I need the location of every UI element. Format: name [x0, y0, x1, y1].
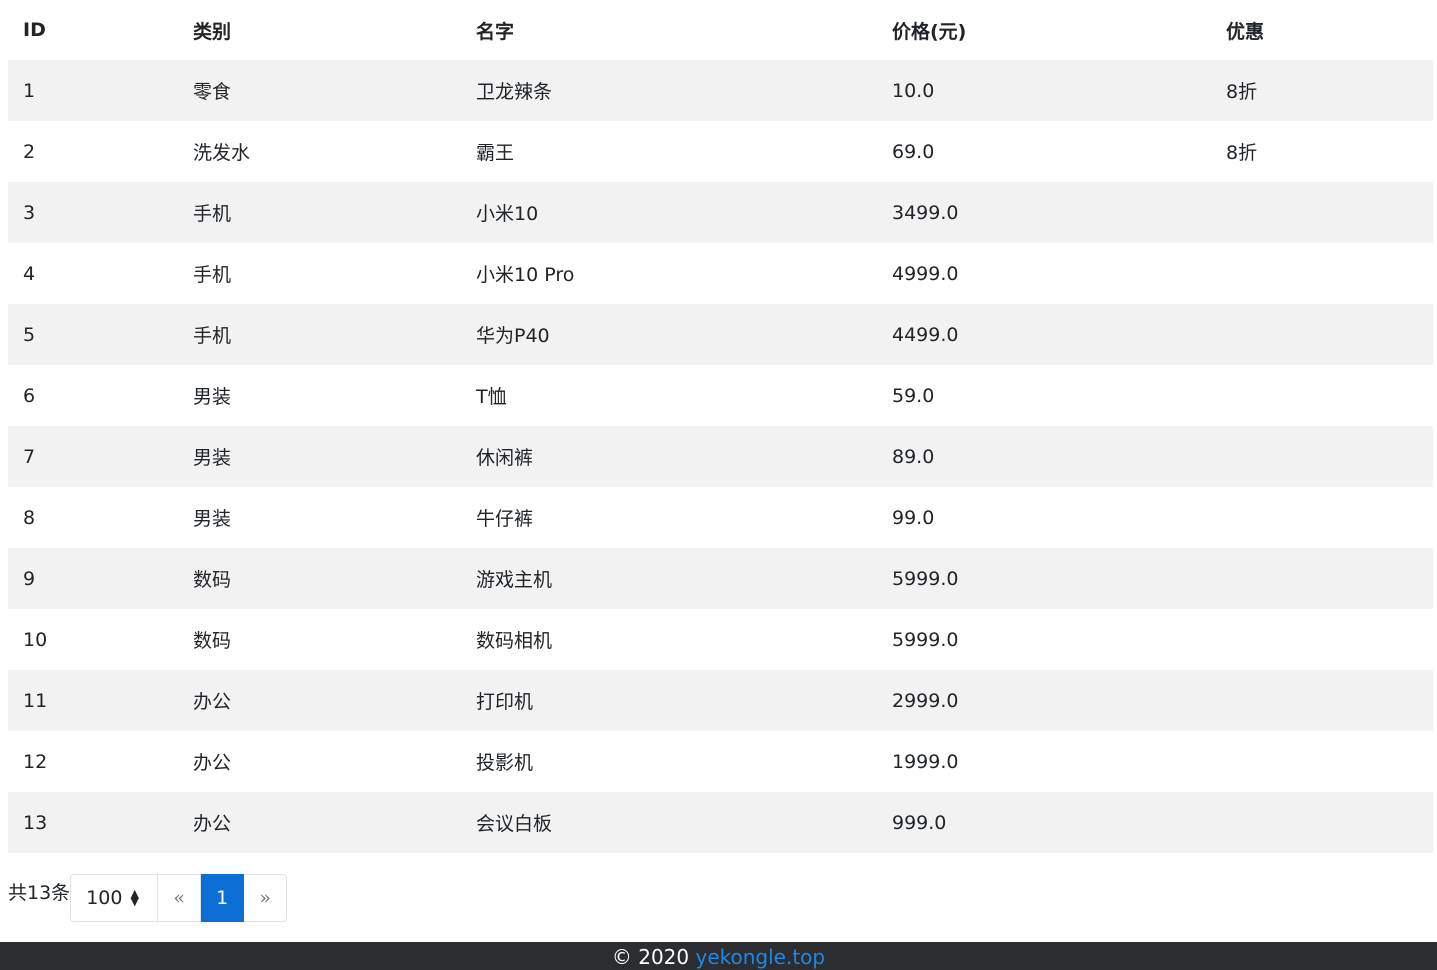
- cell-price: 3499.0: [892, 201, 959, 224]
- table-row: 1 零食 卫龙辣条 10.0 8折: [8, 60, 1433, 121]
- cell-name: T恤: [476, 386, 507, 408]
- cell-price: 69.0: [892, 140, 935, 163]
- table-header-row: ID 类别 名字 价格(元) 优惠: [8, 0, 1433, 60]
- cell-id: 10: [23, 628, 48, 651]
- cell-discount: [1211, 731, 1433, 792]
- select-arrows-icon: ▲ ▼: [130, 887, 139, 908]
- product-table: ID 类别 名字 价格(元) 优惠 1 零食 卫龙辣条 10.0 8折 2 洗发水 霸王 69.…: [8, 0, 1433, 853]
- table-row: 8 男装 牛仔裤 99.0: [8, 487, 1433, 548]
- cell-price: 1999.0: [892, 750, 959, 773]
- table-row: 3 手机 小米10 3499.0: [8, 182, 1433, 243]
- cell-price: 4999.0: [892, 262, 959, 285]
- total-count: 共13条: [8, 882, 71, 904]
- table-row: 5 手机 华为P40 4499.0: [8, 304, 1433, 365]
- cell-id: 2: [23, 140, 36, 163]
- cell-category: 办公: [193, 752, 232, 774]
- cell-category: 手机: [193, 264, 232, 286]
- cell-category: 男装: [193, 508, 232, 530]
- table-row: 12 办公 投影机 1999.0: [8, 731, 1433, 792]
- cell-id: 7: [23, 445, 36, 468]
- table-row: 10 数码 数码相机 5999.0: [8, 609, 1433, 670]
- cell-discount: 8折: [1226, 81, 1258, 103]
- cell-price: 59.0: [892, 384, 935, 407]
- cell-id: 3: [23, 201, 36, 224]
- page-size-select[interactable]: 100 ▲ ▼: [70, 874, 159, 922]
- product-table-container: ID 类别 名字 价格(元) 优惠 1 零食 卫龙辣条 10.0 8折 2 洗发水 霸王 69.…: [8, 0, 1433, 853]
- cell-id: 11: [23, 689, 48, 712]
- table-row: 2 洗发水 霸王 69.0 8折: [8, 121, 1433, 182]
- footer-copyright: © 2020: [611, 945, 696, 969]
- cell-discount: [1211, 304, 1433, 365]
- cell-name: 数码相机: [476, 630, 553, 652]
- footer: © 2020 yekongle.top: [0, 942, 1437, 970]
- cell-id: 6: [23, 384, 36, 407]
- header-category[interactable]: 类别: [178, 0, 461, 60]
- cell-price: 4499.0: [892, 323, 959, 346]
- header-id[interactable]: ID: [8, 0, 178, 60]
- cell-id: 9: [23, 567, 36, 590]
- cell-discount: [1211, 365, 1433, 426]
- cell-name: 牛仔裤: [476, 508, 534, 530]
- cell-name: 卫龙辣条: [476, 81, 553, 103]
- cell-discount: [1211, 182, 1433, 243]
- cell-discount: [1211, 548, 1433, 609]
- cell-price: 999.0: [892, 811, 947, 834]
- table-row: 9 数码 游戏主机 5999.0: [8, 548, 1433, 609]
- cell-category: 数码: [193, 630, 232, 652]
- cell-category: 手机: [193, 203, 232, 225]
- pagination-bar: 共13条 100 ▲ ▼ « 1 »: [8, 874, 288, 922]
- cell-discount: [1211, 426, 1433, 487]
- header-price[interactable]: 价格(元): [877, 0, 1211, 60]
- cell-name: 休闲裤: [476, 447, 534, 469]
- table-body: 1 零食 卫龙辣条 10.0 8折 2 洗发水 霸王 69.0 8折 3 手机 小米10 3499.0 4 手…: [8, 60, 1433, 853]
- cell-id: 8: [23, 506, 36, 529]
- prev-page-button[interactable]: «: [158, 874, 202, 922]
- cell-id: 4: [23, 262, 36, 285]
- page-1-button[interactable]: 1: [201, 874, 245, 922]
- header-name[interactable]: 名字: [461, 0, 877, 60]
- cell-id: 12: [23, 750, 48, 773]
- cell-name: 游戏主机: [476, 569, 553, 591]
- table-row: 13 办公 会议白板 999.0: [8, 792, 1433, 853]
- cell-name: 霸王: [476, 142, 515, 164]
- cell-id: 1: [23, 79, 36, 102]
- cell-category: 办公: [193, 691, 232, 713]
- table-row: 7 男装 休闲裤 89.0: [8, 426, 1433, 487]
- cell-category: 办公: [193, 813, 232, 835]
- cell-name: 打印机: [476, 691, 534, 713]
- cell-id: 13: [23, 811, 48, 834]
- cell-price: 99.0: [892, 506, 935, 529]
- cell-discount: [1211, 243, 1433, 304]
- cell-name: 会议白板: [476, 813, 553, 835]
- cell-name: 华为P40: [476, 325, 550, 347]
- cell-price: 10.0: [892, 79, 935, 102]
- cell-id: 5: [23, 323, 36, 346]
- cell-discount: [1211, 670, 1433, 731]
- page-size-value: 100: [86, 887, 123, 909]
- cell-price: 5999.0: [892, 628, 959, 651]
- cell-discount: [1211, 609, 1433, 670]
- table-row: 11 办公 打印机 2999.0: [8, 670, 1433, 731]
- next-page-button[interactable]: »: [244, 874, 288, 922]
- cell-price: 5999.0: [892, 567, 959, 590]
- cell-category: 男装: [193, 447, 232, 469]
- cell-name: 投影机: [476, 752, 534, 774]
- footer-site-link[interactable]: yekongle.top: [696, 945, 826, 969]
- cell-category: 数码: [193, 569, 232, 591]
- cell-category: 洗发水: [193, 142, 251, 164]
- cell-price: 89.0: [892, 445, 935, 468]
- cell-name: 小米10 Pro: [476, 264, 575, 286]
- cell-discount: 8折: [1226, 142, 1258, 164]
- cell-discount: [1211, 792, 1433, 853]
- cell-category: 零食: [193, 81, 232, 103]
- table-row: 6 男装 T恤 59.0: [8, 365, 1433, 426]
- header-discount[interactable]: 优惠: [1211, 0, 1433, 60]
- cell-category: 男装: [193, 386, 232, 408]
- cell-discount: [1211, 487, 1433, 548]
- cell-price: 2999.0: [892, 689, 959, 712]
- table-row: 4 手机 小米10 Pro 4999.0: [8, 243, 1433, 304]
- cell-category: 手机: [193, 325, 232, 347]
- cell-name: 小米10: [476, 203, 539, 225]
